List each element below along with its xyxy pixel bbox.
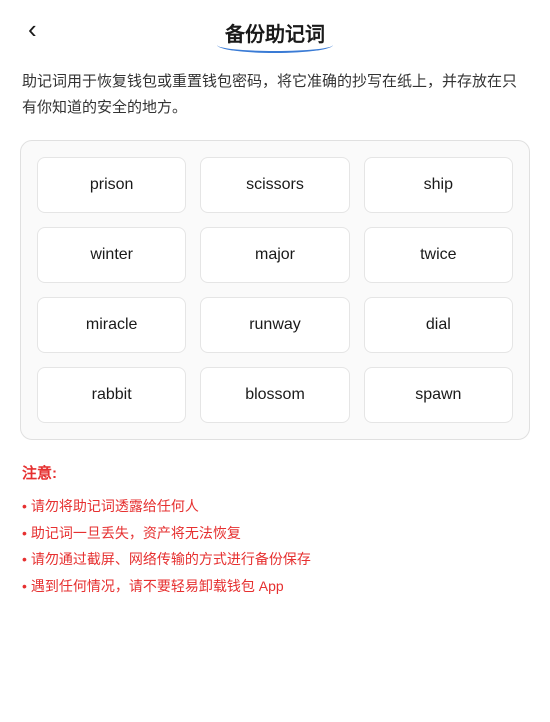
mnemonic-word: winter bbox=[37, 227, 186, 283]
notice-item-text: 助记词一旦丢失，资产将无法恢复 bbox=[31, 520, 241, 547]
notice-title: 注意: bbox=[22, 462, 528, 483]
notice-item: • 助记词一旦丢失，资产将无法恢复 bbox=[22, 520, 528, 547]
mnemonic-word: dial bbox=[364, 297, 513, 353]
page-title: 备份助记词 bbox=[225, 24, 325, 46]
mnemonic-word: spawn bbox=[364, 367, 513, 423]
description-text: 助记词用于恢复钱包或重置钱包密码，将它准确的抄写在纸上，并存放在只有你知道的安全… bbox=[0, 57, 550, 140]
mnemonic-word: rabbit bbox=[37, 367, 186, 423]
header: ‹ 备份助记词 bbox=[0, 0, 550, 57]
back-icon: ‹ bbox=[28, 16, 37, 42]
mnemonic-word: major bbox=[200, 227, 349, 283]
mnemonic-word: prison bbox=[37, 157, 186, 213]
notice-item-text: 遇到任何情况，请不要轻易卸载钱包 App bbox=[31, 573, 284, 600]
notice-item: • 遇到任何情况，请不要轻易卸载钱包 App bbox=[22, 573, 528, 600]
notice-bullet: • bbox=[22, 546, 27, 573]
mnemonic-word: runway bbox=[200, 297, 349, 353]
mnemonic-grid: prisonscissors ship wintermajor twice miracl… bbox=[37, 157, 513, 423]
notice-bullet: • bbox=[22, 493, 27, 520]
notice-item-text: 请勿通过截屏、网络传输的方式进行备份保存 bbox=[31, 546, 311, 573]
mnemonic-word: blossom bbox=[200, 367, 349, 423]
notice-item: • 请勿将助记词透露给任何人 bbox=[22, 493, 528, 520]
back-button[interactable]: ‹ bbox=[20, 12, 45, 46]
mnemonic-container: prisonscissors ship wintermajor twice miracl… bbox=[20, 140, 530, 440]
notice-bullet: • bbox=[22, 573, 27, 600]
header-title-wrapper: 备份助记词 bbox=[225, 18, 325, 47]
mnemonic-word: twice bbox=[364, 227, 513, 283]
notice-item: • 请勿通过截屏、网络传输的方式进行备份保存 bbox=[22, 546, 528, 573]
notice-bullet: • bbox=[22, 520, 27, 547]
notice-section: 注意: • 请勿将助记词透露给任何人• 助记词一旦丢失，资产将无法恢复• 请勿通… bbox=[0, 440, 550, 619]
mnemonic-word: miracle bbox=[37, 297, 186, 353]
notice-item-text: 请勿将助记词透露给任何人 bbox=[31, 493, 199, 520]
notice-list: • 请勿将助记词透露给任何人• 助记词一旦丢失，资产将无法恢复• 请勿通过截屏、… bbox=[22, 493, 528, 599]
mnemonic-word: ship bbox=[364, 157, 513, 213]
mnemonic-word: scissors bbox=[200, 157, 349, 213]
